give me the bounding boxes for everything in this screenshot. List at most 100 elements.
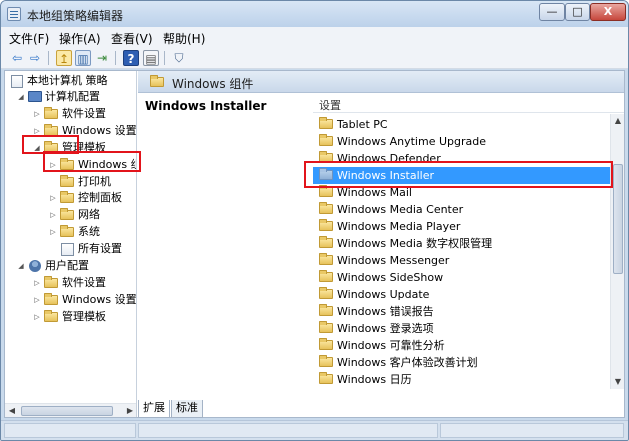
tab-standard[interactable]: 标准 [171,400,203,418]
expand-arrow-icon[interactable]: ▷ [49,161,57,169]
tree-label: 用户配置 [45,259,89,272]
folder-icon [319,355,333,367]
list-item[interactable]: Tablet PC [313,116,610,133]
list-item-label: Windows Media Center [337,203,464,216]
folder-icon [150,75,164,87]
tab-extended[interactable]: 扩展 [138,400,170,418]
description-title: Windows Installer [145,99,267,113]
collapse-arrow-icon[interactable]: ◢ [33,144,41,152]
tree-label: 软件设置 [62,107,106,120]
list-item-label: Windows SideShow [337,271,444,284]
folder-icon [319,219,333,231]
scroll-up-arrow-icon[interactable]: ▲ [611,114,625,128]
window-title: 本地组策略编辑器 [27,9,124,23]
menu-view[interactable]: 查看(V) [111,30,153,47]
gpedit-app-icon [7,7,21,21]
expand-arrow-icon[interactable]: ▷ [49,228,57,236]
list-item[interactable]: Windows Defender [313,150,610,167]
maximize-button[interactable]: □ [565,3,590,21]
menu-file[interactable]: 文件(F) [9,30,49,47]
export-list-icon[interactable]: ⇥ [94,50,110,66]
list-item-label: Windows 错误报告 [337,305,434,318]
scroll-thumb[interactable] [21,406,113,416]
menu-action[interactable]: 操作(A) [59,30,101,47]
list-vertical-scrollbar[interactable]: ▲ ▼ [610,114,624,389]
tree-label: 计算机配置 [45,90,100,103]
list-item[interactable]: Windows Anytime Upgrade [313,133,610,150]
expand-arrow-icon[interactable]: ▷ [33,110,41,118]
folder-icon [60,175,74,187]
tree-horizontal-scrollbar[interactable]: ◀ ▶ [5,403,136,417]
forward-arrow-icon[interactable]: ⇨ [27,50,43,66]
folder-icon [44,107,58,119]
expand-arrow-icon[interactable]: ▷ [49,194,57,202]
list-item-label: Windows Mail [337,186,412,199]
scroll-right-arrow-icon[interactable]: ▶ [123,404,136,417]
menu-help[interactable]: 帮助(H) [163,30,205,47]
folder-icon [44,124,58,136]
list-item[interactable]: Windows SideShow [313,269,610,286]
settings-list[interactable]: Tablet PC Windows Anytime Upgrade Windows … [313,114,610,389]
folder-icon [60,225,74,237]
properties-icon[interactable]: ▤ [143,50,159,66]
user-icon [29,260,41,272]
list-item[interactable]: Windows 错误报告 [313,303,610,320]
policy-document-icon [11,75,23,88]
tree-label: 所有设置 [78,242,122,255]
minimize-button[interactable]: — [539,3,565,21]
list-item-label: Windows Media Player [337,220,461,233]
list-item-label: Windows Media 数字权限管理 [337,237,493,250]
show-tree-icon[interactable]: ▥ [75,50,91,66]
list-item-label: Windows Update [337,288,430,301]
folder-icon [60,191,74,203]
scroll-left-arrow-icon[interactable]: ◀ [5,404,19,417]
expand-arrow-icon[interactable]: ▷ [33,313,41,321]
list-item[interactable]: Windows Messenger [313,252,610,269]
computer-icon [28,91,42,102]
list-item[interactable]: Windows Installer [313,167,610,184]
list-item[interactable]: Windows 可靠性分析 [313,337,610,354]
expand-arrow-icon[interactable]: ▷ [49,211,57,219]
back-arrow-icon[interactable]: ⇦ [9,50,25,66]
tree-pane[interactable]: 本地计算机 策略 ◢ 计算机配置 ▷ 软件设置 ▷ Windows 设置 ◢ 管… [5,71,137,417]
folder-icon [60,208,74,220]
toolbar-separator [115,51,116,65]
details-pane: Windows 组件 Windows Installer 设置 Tablet P… [138,71,624,417]
help-icon[interactable]: ? [123,50,139,66]
breadcrumb: Windows 组件 [138,71,624,93]
list-item-label: Windows 可靠性分析 [337,339,445,352]
folder-icon [319,253,333,265]
tree-label: Windows 设置 [62,124,137,137]
column-header-setting[interactable]: 设置 [313,95,624,113]
tree-label: 管理模板 [62,141,106,154]
folder-icon [319,117,333,129]
collapse-arrow-icon[interactable]: ◢ [17,93,25,101]
expand-arrow-icon[interactable]: ▷ [33,296,41,304]
up-folder-icon[interactable]: ↥ [56,50,72,66]
expand-arrow-icon[interactable]: ▷ [33,127,41,135]
scroll-thumb[interactable] [613,164,623,274]
title-bar[interactable]: 本地组策略编辑器 — □ X [1,1,628,27]
list-item[interactable]: Windows Media 数字权限管理 [313,235,610,252]
list-item[interactable]: Windows Update [313,286,610,303]
filter-icon[interactable]: ⛉ [171,50,187,66]
expand-arrow-icon[interactable]: ▷ [33,279,41,287]
list-item[interactable]: Windows Media Center [313,201,610,218]
close-button[interactable]: X [590,3,626,21]
folder-icon [319,168,333,180]
tree-label: 软件设置 [62,276,106,289]
scroll-down-arrow-icon[interactable]: ▼ [611,375,625,389]
list-item[interactable]: Windows Mail [313,184,610,201]
list-item[interactable]: Windows 日历 [313,371,610,388]
list-item[interactable]: Windows Media Player [313,218,610,235]
list-item[interactable]: Windows 客户体验改善计划 [313,354,610,371]
collapse-arrow-icon[interactable]: ◢ [17,262,25,270]
folder-icon [44,276,58,288]
status-cell [4,423,136,438]
tree-label: 控制面板 [78,191,122,204]
folder-icon [44,310,58,322]
status-bar [1,420,628,440]
list-item[interactable]: Windows 登录选项 [313,320,610,337]
folder-icon [319,134,333,146]
folder-icon [319,236,333,248]
